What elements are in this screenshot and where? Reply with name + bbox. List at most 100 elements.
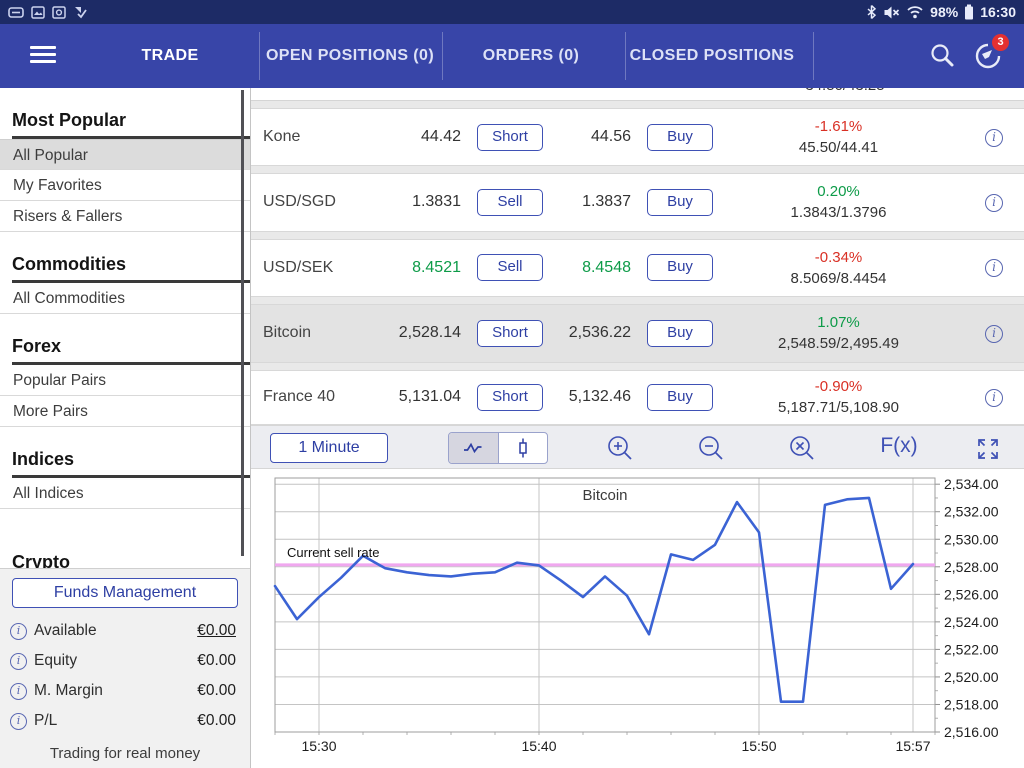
sell-button[interactable]: Short bbox=[477, 383, 543, 411]
instrument-info-icon[interactable]: i bbox=[985, 128, 1003, 147]
watchlist-row-clipped[interactable]: 34.50/43.25 bbox=[251, 88, 1024, 101]
info-icon[interactable]: i bbox=[10, 622, 27, 640]
day-range: 45.50/44.41 bbox=[798, 139, 879, 157]
sidebar-item-risers-fallers[interactable]: Risers & Fallers bbox=[0, 201, 250, 232]
funds-label: P/L bbox=[34, 712, 58, 729]
buy-button[interactable]: Buy bbox=[647, 188, 713, 216]
day-range: 5,187.71/5,108.90 bbox=[778, 399, 899, 417]
interval-selector-button[interactable]: 1 Minute bbox=[270, 433, 388, 464]
sidebar-section-title: Forex bbox=[12, 336, 250, 365]
sidebar-item-all-popular[interactable]: All Popular bbox=[0, 139, 250, 170]
buy-price: 2,536.22 bbox=[568, 324, 631, 342]
sell-button[interactable]: Short bbox=[477, 319, 543, 347]
sidebar-item-more-pairs[interactable]: More Pairs bbox=[0, 396, 250, 427]
sell-button[interactable]: Sell bbox=[477, 254, 543, 282]
chart-type-toggle bbox=[448, 432, 548, 465]
watchlist-row-bitcoin[interactable]: Bitcoin 2,528.14 Short 2,536.22 Buy 1.07… bbox=[251, 304, 1024, 363]
watchlist-row-france40[interactable]: France 40 5,131.04 Short 5,132.46 Buy -0… bbox=[251, 369, 1024, 426]
sell-button[interactable]: Short bbox=[477, 123, 543, 151]
zoom-out-icon[interactable] bbox=[696, 434, 726, 464]
funds-row-pl: i P/L €0.00 bbox=[0, 706, 250, 736]
zoom-in-icon[interactable] bbox=[605, 434, 635, 464]
battery-percent-label: 98% bbox=[930, 4, 959, 20]
info-icon[interactable]: i bbox=[10, 712, 27, 730]
change-percent: -0.90% bbox=[814, 378, 863, 396]
price-chart[interactable]: Bitcoin Current sell rate 2,516.00 2,518.00… bbox=[251, 469, 1024, 763]
instrument-info-icon[interactable]: i bbox=[985, 388, 1003, 407]
day-range: 8.5069/8.4454 bbox=[790, 269, 887, 287]
nav-divider bbox=[259, 32, 260, 80]
chart-toolbar: 1 Minute F(x) bbox=[251, 425, 1024, 470]
watchlist-row-usdsek[interactable]: USD/SEK 8.4521 Sell 8.4548 Buy -0.34% 8.… bbox=[251, 238, 1024, 298]
indicators-fx-button[interactable]: F(x) bbox=[869, 434, 929, 458]
sidebar-item-all-indices[interactable]: All Indices bbox=[0, 478, 250, 509]
y-axis-label: 2,522.00 bbox=[944, 641, 999, 657]
zoom-reset-icon[interactable] bbox=[787, 434, 817, 464]
instrument-info-icon[interactable]: i bbox=[985, 259, 1003, 278]
change-percent: 1.07% bbox=[817, 314, 860, 332]
funds-management-button[interactable]: Funds Management bbox=[12, 578, 238, 608]
plot-border bbox=[274, 477, 936, 733]
instrument-info-icon[interactable]: i bbox=[985, 193, 1003, 212]
sell-button[interactable]: Sell bbox=[477, 188, 543, 216]
sidebar-item-all-commodities[interactable]: All Commodities bbox=[0, 283, 250, 314]
tab-closed-positions[interactable]: CLOSED POSITIONS bbox=[630, 24, 795, 88]
buy-button[interactable]: Buy bbox=[647, 123, 713, 151]
buy-price: 5,132.46 bbox=[568, 388, 631, 406]
sidebar-scrollbar[interactable] bbox=[241, 90, 244, 556]
funds-row-equity: i Equity €0.00 bbox=[0, 646, 250, 676]
price-series-line bbox=[273, 496, 915, 704]
y-axis-label: 2,532.00 bbox=[944, 504, 999, 520]
funds-value[interactable]: €0.00 bbox=[197, 622, 236, 640]
sell-price: 2,528.14 bbox=[398, 324, 461, 342]
watchlist-row-kone[interactable]: Kone 44.42 Short 44.56 Buy -1.61% 45.50/… bbox=[251, 107, 1024, 167]
nav-divider bbox=[625, 32, 626, 80]
info-icon[interactable]: i bbox=[10, 652, 27, 670]
fullscreen-icon[interactable] bbox=[974, 435, 1002, 463]
android-status-bar: 98% 16:30 bbox=[0, 0, 1024, 24]
funds-panel: Funds Management i Available €0.00 i Equ… bbox=[0, 568, 250, 768]
y-axis-label: 2,518.00 bbox=[944, 696, 999, 712]
app-nav-bar: TRADE OPEN POSITIONS (0) ORDERS (0) CLOS… bbox=[0, 24, 1024, 88]
buy-price: 44.56 bbox=[590, 128, 631, 146]
funds-value: €0.00 bbox=[197, 682, 236, 699]
buy-button[interactable]: Buy bbox=[647, 254, 713, 282]
download-check-icon bbox=[73, 5, 87, 19]
sidebar-item-popular-pairs[interactable]: Popular Pairs bbox=[0, 365, 250, 396]
wifi-icon bbox=[906, 5, 924, 19]
sell-price: 44.42 bbox=[420, 128, 461, 146]
sell-price: 5,131.04 bbox=[398, 388, 461, 406]
instrument-name: USD/SEK bbox=[263, 258, 334, 276]
buy-button[interactable]: Buy bbox=[647, 319, 713, 347]
sidebar-item-my-favorites[interactable]: My Favorites bbox=[0, 170, 250, 201]
y-axis-label: 2,530.00 bbox=[944, 531, 999, 547]
nav-divider bbox=[813, 32, 814, 80]
instrument-name: USD/SGD bbox=[263, 193, 336, 211]
nav-title-trade: TRADE bbox=[141, 47, 199, 64]
sound-muted-icon bbox=[883, 5, 900, 20]
funds-value: €0.00 bbox=[197, 652, 236, 669]
tab-open-positions[interactable]: OPEN POSITIONS (0) bbox=[266, 24, 434, 88]
change-percent: 0.20% bbox=[817, 183, 860, 201]
watchlist-row-usdsgd[interactable]: USD/SGD 1.3831 Sell 1.3837 Buy 0.20% 1.3… bbox=[251, 173, 1024, 232]
tab-orders[interactable]: ORDERS (0) bbox=[483, 24, 579, 88]
search-icon[interactable] bbox=[928, 42, 956, 70]
chart-title: Bitcoin bbox=[582, 487, 627, 504]
y-axis-label: 2,524.00 bbox=[944, 614, 999, 630]
line-chart-icon[interactable] bbox=[449, 433, 499, 464]
y-axis-label: 2,534.00 bbox=[944, 476, 999, 492]
x-axis-label: 15:57 bbox=[895, 738, 930, 754]
change-percent: -1.61% bbox=[814, 118, 863, 136]
menu-icon[interactable] bbox=[30, 46, 56, 67]
funds-value: €0.00 bbox=[197, 712, 236, 729]
instrument-name: Kone bbox=[263, 128, 301, 146]
instrument-info-icon[interactable]: i bbox=[985, 324, 1003, 343]
y-axis-label: 2,516.00 bbox=[944, 724, 999, 740]
buy-button[interactable]: Buy bbox=[647, 383, 713, 411]
nav-divider bbox=[442, 32, 443, 80]
instrument-name: Bitcoin bbox=[263, 324, 312, 342]
sell-price: 8.4521 bbox=[412, 258, 461, 276]
buy-price: 1.3837 bbox=[582, 193, 631, 211]
candle-chart-icon[interactable] bbox=[499, 433, 548, 463]
info-icon[interactable]: i bbox=[10, 682, 27, 700]
